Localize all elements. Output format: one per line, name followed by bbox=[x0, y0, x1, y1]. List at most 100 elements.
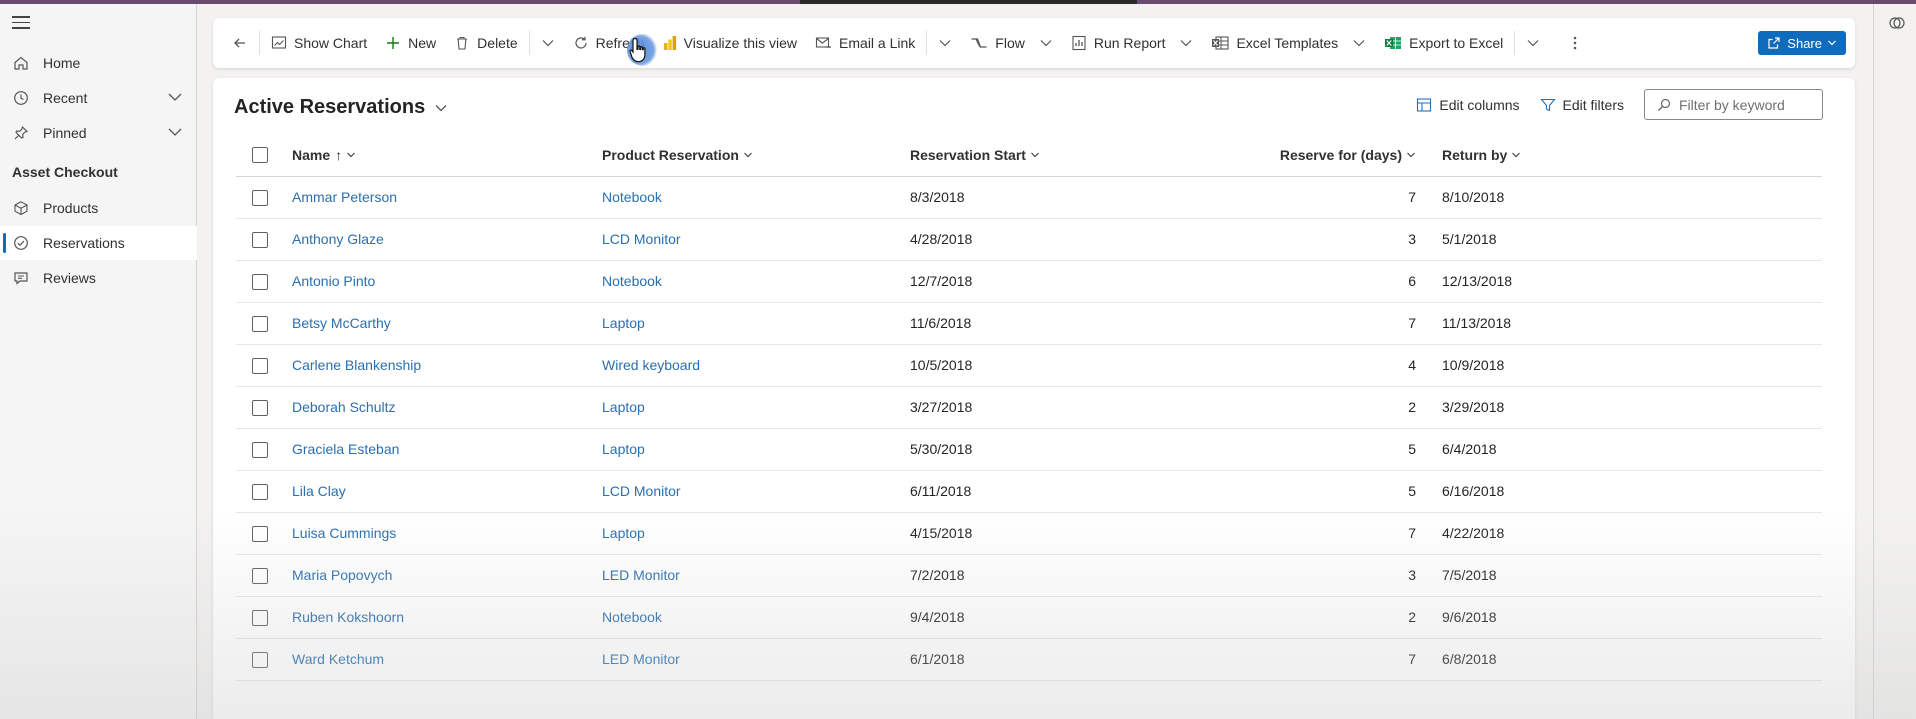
more-export-dropdown[interactable] bbox=[1517, 27, 1549, 59]
comment-icon bbox=[12, 269, 30, 287]
page-title: Active Reservations bbox=[234, 96, 426, 118]
column-header-start[interactable]: Reservation Start bbox=[910, 147, 1040, 163]
table-row[interactable]: Betsy McCarthy Laptop 11/6/2018 7 11/13/2018 bbox=[236, 302, 1822, 345]
edit-columns-button[interactable]: Edit columns bbox=[1416, 97, 1520, 113]
row-checkbox[interactable] bbox=[252, 441, 268, 458]
product-link[interactable]: Laptop bbox=[602, 399, 645, 415]
filter-keyword-input[interactable] bbox=[1679, 96, 1819, 113]
copilot-icon[interactable] bbox=[1888, 14, 1906, 32]
return-by-cell: 6/16/2018 bbox=[1426, 470, 1822, 513]
row-checkbox[interactable] bbox=[252, 357, 268, 374]
chevron-down-icon[interactable] bbox=[167, 126, 183, 138]
sidebar-item-reviews[interactable]: Reviews bbox=[0, 261, 197, 295]
excel-templates-button[interactable]: Excel Templates bbox=[1202, 27, 1375, 59]
sidebar-item-reservations[interactable]: Reservations bbox=[0, 226, 197, 260]
row-checkbox[interactable] bbox=[252, 609, 268, 626]
edit-filters-button[interactable]: Edit filters bbox=[1539, 96, 1624, 113]
reservation-name-link[interactable]: Antonio Pinto bbox=[292, 273, 375, 289]
visualize-button[interactable]: Visualize this view bbox=[654, 27, 806, 59]
separator bbox=[528, 31, 530, 55]
run-report-button[interactable]: Run Report bbox=[1062, 27, 1203, 59]
chevron-down-icon bbox=[347, 152, 356, 158]
run-report-label: Run Report bbox=[1093, 35, 1166, 51]
reserve-days-cell: 7 bbox=[1200, 302, 1426, 345]
table-row[interactable]: Ammar Peterson Notebook 8/3/2018 7 8/10/2018 bbox=[236, 176, 1822, 219]
more-email-dropdown[interactable] bbox=[929, 27, 961, 59]
column-header-return-by[interactable]: Return by bbox=[1442, 147, 1521, 163]
table-row[interactable]: Deborah Schultz Laptop 3/27/2018 2 3/29/2018 bbox=[236, 386, 1822, 429]
table-row[interactable]: Ward Ketchum LED Monitor 6/1/2018 7 6/8/2018 bbox=[236, 638, 1822, 681]
reservation-name-link[interactable]: Ward Ketchum bbox=[292, 651, 384, 667]
reservation-name-link[interactable]: Anthony Glaze bbox=[292, 231, 384, 247]
chevron-down-icon[interactable] bbox=[167, 91, 183, 103]
view-selector[interactable]: Active Reservations bbox=[234, 96, 448, 119]
return-by-cell: 11/13/2018 bbox=[1426, 302, 1822, 345]
sidebar-item-recent[interactable]: Recent bbox=[0, 81, 197, 115]
table-row[interactable]: Lila Clay LCD Monitor 6/11/2018 5 6/16/2018 bbox=[236, 470, 1822, 513]
show-chart-button[interactable]: Show Chart bbox=[262, 27, 376, 59]
table-row[interactable]: Ruben Kokshoorn Notebook 9/4/2018 2 9/6/2018 bbox=[236, 596, 1822, 639]
row-checkbox[interactable] bbox=[252, 231, 268, 248]
sidebar-item-products[interactable]: Products bbox=[0, 191, 197, 225]
product-link[interactable]: Laptop bbox=[602, 441, 645, 457]
reservation-name-link[interactable]: Ruben Kokshoorn bbox=[292, 609, 404, 625]
edit-filters-label: Edit filters bbox=[1562, 96, 1624, 113]
delete-button[interactable]: Delete bbox=[445, 27, 526, 59]
reservation-name-link[interactable]: Lila Clay bbox=[292, 483, 346, 499]
row-checkbox[interactable] bbox=[252, 189, 268, 206]
report-icon bbox=[1072, 35, 1086, 51]
column-header-product[interactable]: Product Reservation bbox=[602, 147, 753, 163]
product-link[interactable]: Laptop bbox=[602, 525, 645, 541]
reservation-name-link[interactable]: Deborah Schultz bbox=[292, 399, 396, 415]
email-link-button[interactable]: Email a Link bbox=[806, 27, 924, 59]
row-checkbox[interactable] bbox=[252, 525, 268, 542]
reservation-name-link[interactable]: Luisa Cummings bbox=[292, 525, 396, 541]
sidebar-item-pinned[interactable]: Pinned bbox=[0, 116, 197, 150]
product-link[interactable]: Laptop bbox=[602, 315, 645, 331]
table-row[interactable]: Antonio Pinto Notebook 12/7/2018 6 12/13/201… bbox=[236, 260, 1822, 303]
column-header-name[interactable]: Name ↑ bbox=[292, 147, 356, 163]
reservation-name-link[interactable]: Betsy McCarthy bbox=[292, 315, 391, 331]
product-link[interactable]: Wired keyboard bbox=[602, 357, 700, 373]
table-row[interactable]: Carlene Blankenship Wired keyboard 10/5/20… bbox=[236, 344, 1822, 387]
more-delete-dropdown[interactable] bbox=[532, 27, 564, 59]
new-button[interactable]: New bbox=[376, 27, 445, 59]
flow-button[interactable]: Flow bbox=[961, 27, 1062, 59]
row-checkbox[interactable] bbox=[252, 483, 268, 500]
column-header-days[interactable]: Reserve for (days) bbox=[1280, 147, 1416, 163]
row-checkbox[interactable] bbox=[252, 651, 268, 668]
product-link[interactable]: Notebook bbox=[602, 189, 662, 205]
product-link[interactable]: LCD Monitor bbox=[602, 231, 681, 247]
row-checkbox[interactable] bbox=[252, 273, 268, 290]
product-link[interactable]: LCD Monitor bbox=[602, 483, 681, 499]
row-checkbox[interactable] bbox=[252, 567, 268, 584]
export-excel-button[interactable]: Export to Excel bbox=[1375, 27, 1512, 59]
back-button[interactable] bbox=[223, 27, 257, 59]
reservation-name-link[interactable]: Graciela Esteban bbox=[292, 441, 399, 457]
flow-label: Flow bbox=[995, 35, 1025, 51]
filter-keyword-field[interactable] bbox=[1644, 89, 1823, 120]
reservation-start-cell: 10/5/2018 bbox=[910, 344, 1200, 387]
reservation-name-link[interactable]: Maria Popovych bbox=[292, 567, 392, 583]
sidebar-item-home[interactable]: Home bbox=[0, 46, 197, 80]
reservation-name-link[interactable]: Carlene Blankenship bbox=[292, 357, 421, 373]
reservation-start-cell: 9/4/2018 bbox=[910, 596, 1200, 639]
chevron-down-icon bbox=[1353, 40, 1365, 47]
table-row[interactable]: Anthony Glaze LCD Monitor 4/28/2018 3 5/1/20… bbox=[236, 218, 1822, 261]
product-link[interactable]: LED Monitor bbox=[602, 651, 680, 667]
hamburger-menu-icon[interactable] bbox=[12, 16, 30, 32]
product-link[interactable]: Notebook bbox=[602, 609, 662, 625]
chevron-down-icon bbox=[1512, 152, 1521, 158]
row-checkbox[interactable] bbox=[252, 315, 268, 332]
table-row[interactable]: Luisa Cummings Laptop 4/15/2018 7 4/22/2018 bbox=[236, 512, 1822, 555]
share-button[interactable]: Share bbox=[1758, 31, 1846, 55]
table-row[interactable]: Graciela Esteban Laptop 5/30/2018 5 6/4/2018 bbox=[236, 428, 1822, 471]
row-checkbox[interactable] bbox=[252, 399, 268, 416]
reserve-days-cell: 3 bbox=[1200, 554, 1426, 597]
reservation-name-link[interactable]: Ammar Peterson bbox=[292, 189, 397, 205]
more-commands-button[interactable] bbox=[1563, 27, 1587, 59]
product-link[interactable]: Notebook bbox=[602, 273, 662, 289]
table-row[interactable]: Maria Popovych LED Monitor 7/2/2018 3 7/5/20… bbox=[236, 554, 1822, 597]
product-link[interactable]: LED Monitor bbox=[602, 567, 680, 583]
select-all-checkbox[interactable] bbox=[252, 147, 268, 164]
